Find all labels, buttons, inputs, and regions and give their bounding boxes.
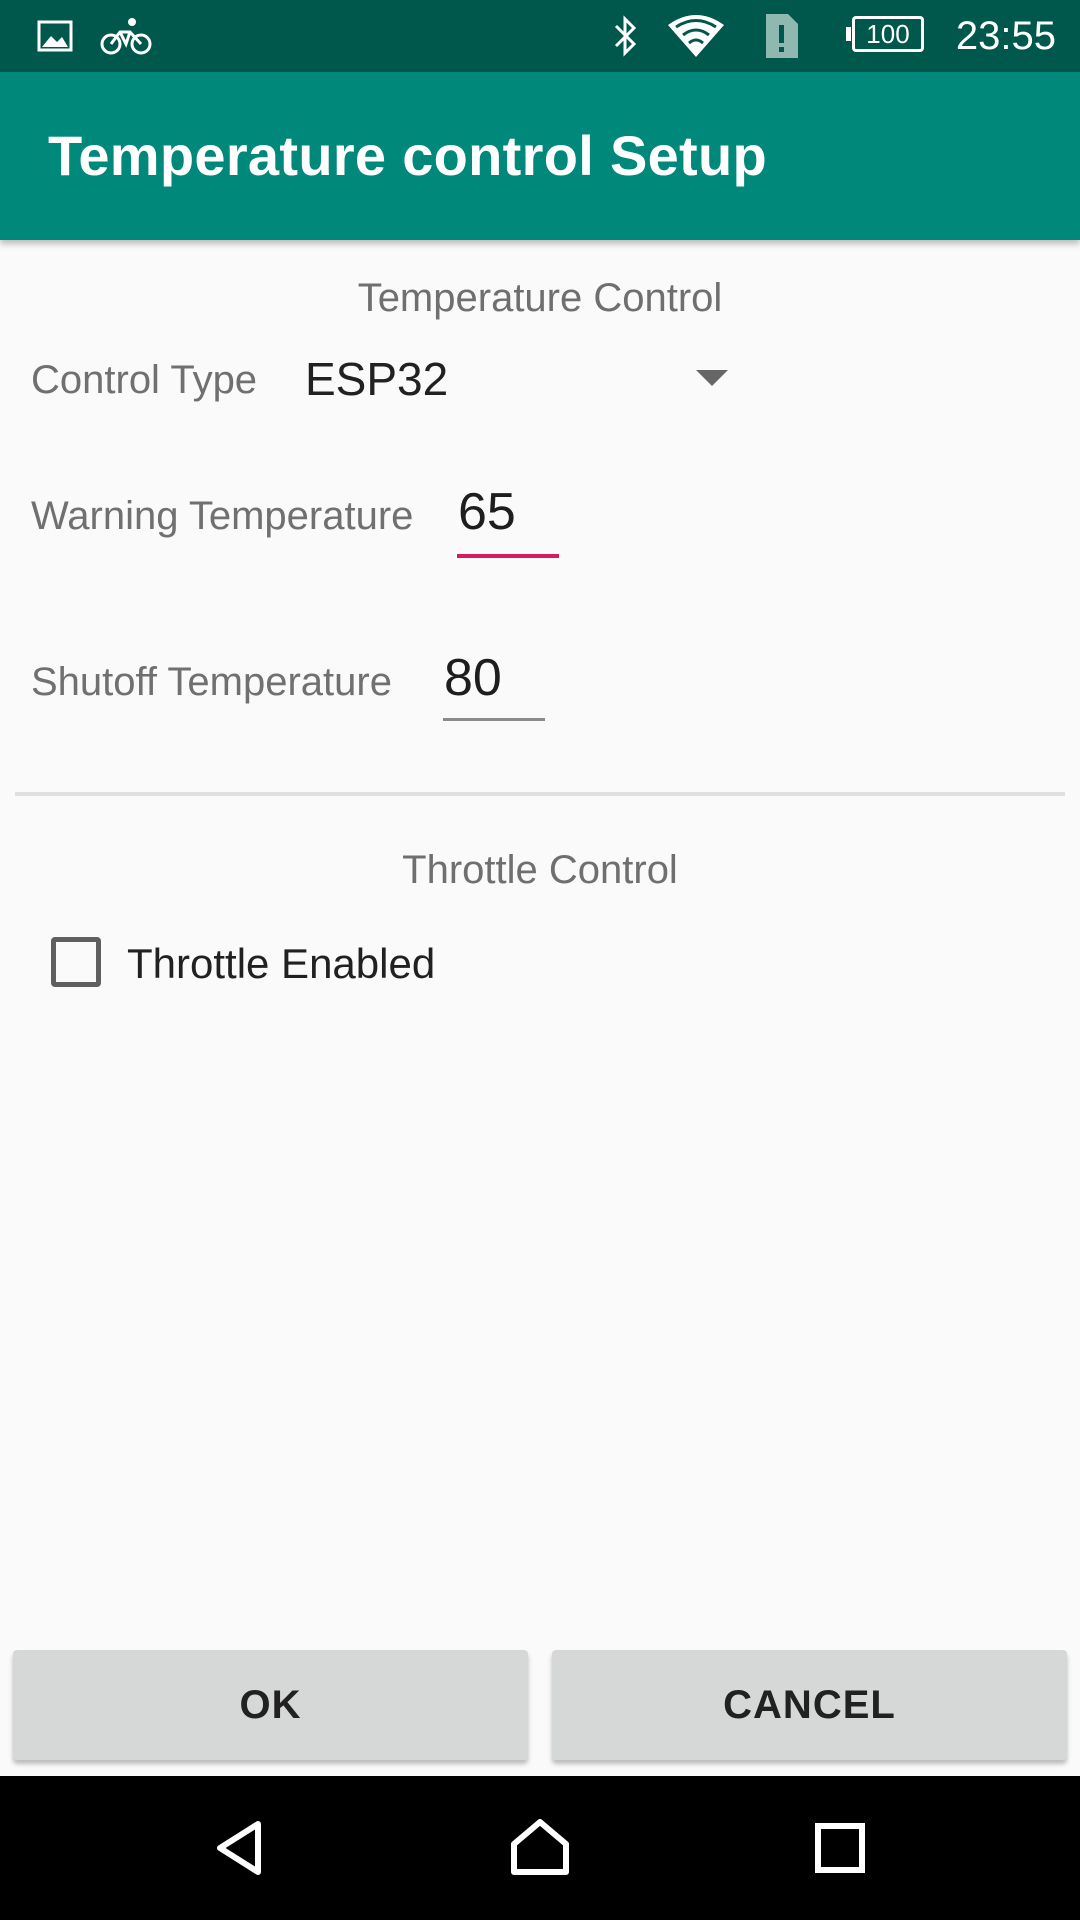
image-icon — [34, 0, 76, 72]
app-bar: Temperature control Setup — [0, 72, 1080, 240]
temperature-section-title: Temperature Control — [357, 276, 723, 320]
throttle-enabled-label[interactable]: Throttle Enabled — [127, 940, 435, 988]
back-icon[interactable] — [180, 1776, 300, 1920]
throttle-enabled-checkbox[interactable] — [51, 937, 101, 987]
warning-temperature-value[interactable]: 65 — [458, 482, 516, 542]
navigation-bar — [0, 1776, 1080, 1920]
page-title: Temperature control Setup — [48, 124, 768, 187]
shutoff-temperature-value[interactable]: 80 — [444, 648, 502, 708]
dropdown-arrow-icon — [696, 370, 728, 386]
warning-temperature-underline — [457, 554, 559, 558]
recents-icon[interactable] — [780, 1776, 900, 1920]
cancel-button[interactable]: CANCEL — [552, 1650, 1067, 1760]
sim-alert-icon — [760, 0, 802, 72]
control-type-label: Control Type — [31, 358, 258, 402]
bluetooth-icon — [606, 0, 646, 72]
home-icon[interactable] — [480, 1776, 600, 1920]
shutoff-temperature-underline — [443, 718, 545, 721]
status-time: 23:55 — [955, 14, 1056, 58]
ok-button[interactable]: OK — [13, 1650, 528, 1760]
section-divider — [15, 792, 1065, 796]
battery-icon: 100 — [846, 16, 924, 52]
throttle-section-title: Throttle Control — [402, 848, 678, 892]
warning-temperature-label: Warning Temperature — [31, 494, 414, 538]
control-type-value: ESP32 — [305, 353, 449, 405]
bike-icon — [98, 0, 154, 72]
shutoff-temperature-label: Shutoff Temperature — [31, 660, 392, 704]
wifi-icon — [664, 0, 728, 72]
status-bar: 100 23:55 — [0, 0, 1080, 72]
